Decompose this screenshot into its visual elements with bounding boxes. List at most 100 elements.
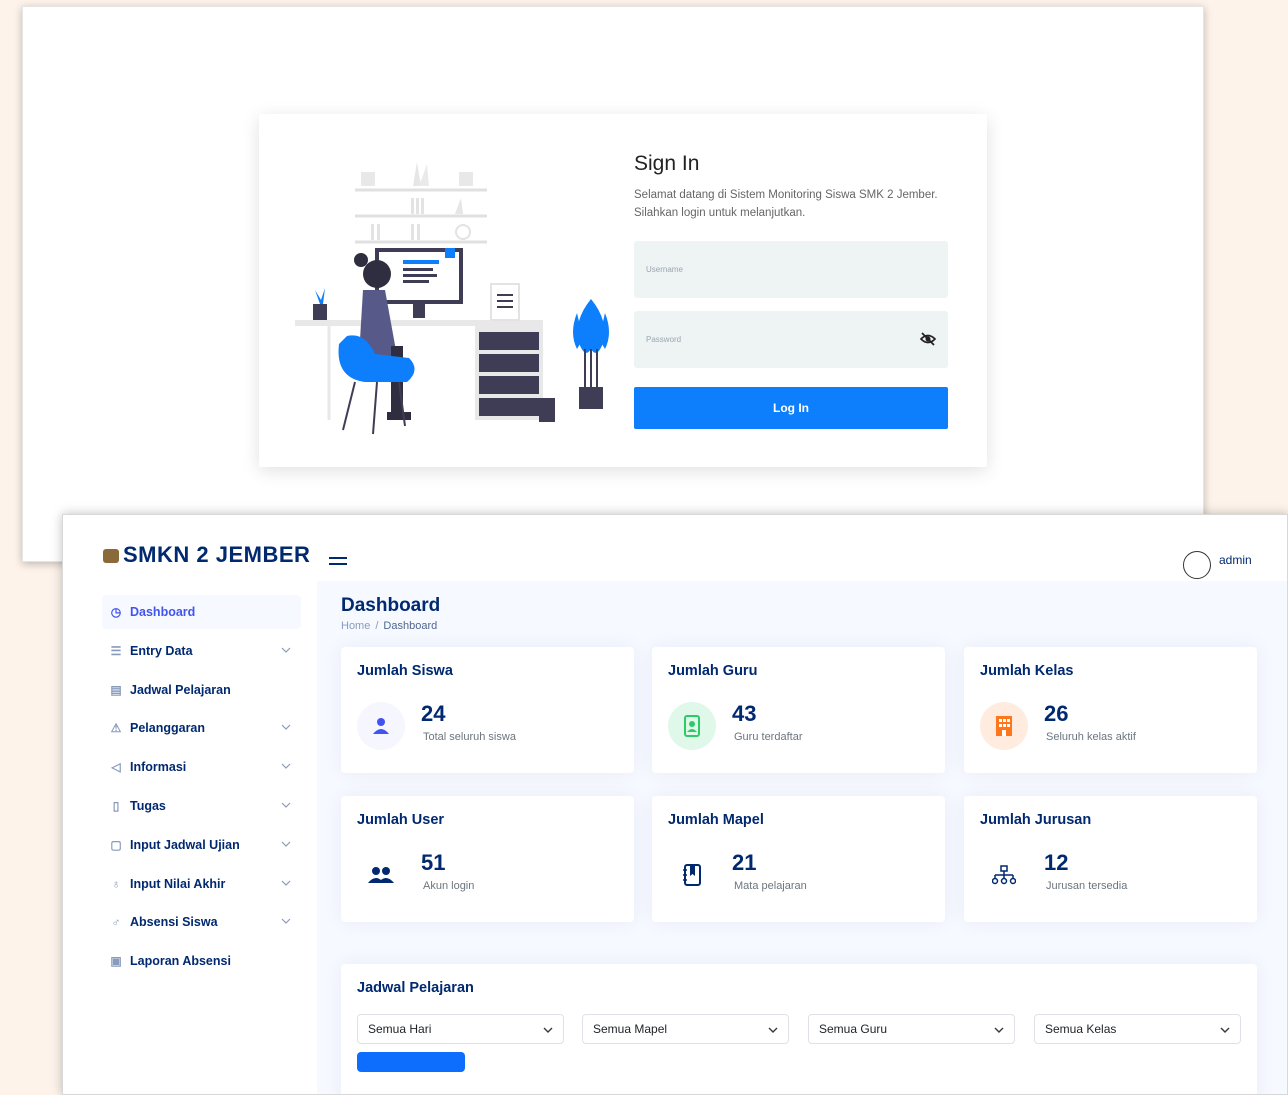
sidebar-item-label: Dashboard — [130, 605, 196, 619]
stat-card-kelas: Jumlah Kelas 26 Seluruh kelas aktif — [964, 647, 1257, 773]
chevron-down-icon — [281, 647, 291, 653]
stat-desc: Akun login — [423, 880, 475, 892]
chevron-down-icon — [281, 841, 291, 847]
sidebar-item-dashboard[interactable]: ◷ Dashboard — [102, 595, 301, 629]
badge-icon — [668, 702, 716, 750]
sidebar-item-label: Input Jadwal Ujian — [130, 837, 240, 852]
sidebar-item-informasi[interactable]: ◁ Informasi — [102, 750, 301, 784]
diagram-icon — [980, 851, 1028, 899]
stat-desc: Total seluruh siswa — [423, 731, 516, 743]
filter-guru-select[interactable]: Semua Guru — [808, 1014, 1015, 1044]
workspace-illustration — [295, 162, 555, 435]
eye-slash-icon[interactable] — [920, 331, 936, 347]
password-placeholder: Password — [646, 335, 682, 344]
document-icon: ▢ — [110, 837, 122, 852]
people-fill-icon — [357, 851, 405, 899]
login-button[interactable]: Log In — [634, 387, 948, 429]
main-content: Dashboard Home / Dashboard Jumlah Siswa 24… — [317, 581, 1287, 1094]
warning-icon: ⚠ — [110, 721, 122, 736]
breadcrumb-current: Dashboard — [383, 620, 438, 632]
stat-title: Jumlah Guru — [668, 663, 758, 679]
sidebar-item-entry-data[interactable]: ☰ Entry Data — [102, 634, 301, 668]
login-card: Sign In Selamat datang di Sistem Monitor… — [259, 114, 987, 467]
brand-name: SMKN 2 JEMBER — [123, 543, 311, 565]
sidebar: ◷ Dashboard ☰ Entry Data ▤ Jadwal Pelaja… — [63, 581, 317, 1094]
schedule-title: Jadwal Pelajaran — [357, 980, 474, 996]
stat-value: 21 — [732, 850, 757, 875]
login-form: Sign In Selamat datang di Sistem Monitor… — [634, 152, 948, 429]
page-title: Dashboard — [341, 595, 441, 616]
stat-title: Jumlah Kelas — [980, 663, 1074, 679]
stat-value: 24 — [421, 701, 446, 726]
password-field[interactable]: Password — [634, 311, 948, 368]
username-placeholder: Username — [646, 265, 683, 274]
chevron-down-icon — [768, 1027, 778, 1033]
people-icon: ♂ — [111, 915, 121, 930]
menu-toggle-icon[interactable] — [329, 557, 347, 567]
stat-title: Jumlah Mapel — [668, 812, 764, 828]
filter-value: Semua Guru — [819, 1022, 888, 1036]
sidebar-item-jadwal-pelajaran[interactable]: ▤ Jadwal Pelajaran — [102, 673, 301, 707]
megaphone-icon: ◁ — [111, 760, 121, 775]
stat-desc: Seluruh kelas aktif — [1046, 731, 1136, 743]
sidebar-item-label: Input Nilai Akhir — [130, 876, 226, 891]
chevron-down-icon — [281, 880, 291, 886]
login-title: Sign In — [634, 152, 700, 175]
sidebar-item-tugas[interactable]: ▯ Tugas — [102, 789, 301, 823]
filter-hari-select[interactable]: Semua Hari — [357, 1014, 564, 1044]
sidebar-item-input-nilai-akhir[interactable]: ♁ Input Nilai Akhir — [102, 867, 301, 901]
calendar-icon: ▤ — [110, 682, 122, 697]
chevron-down-icon — [281, 724, 291, 731]
breadcrumb-separator: / — [375, 620, 379, 632]
chevron-down-icon — [281, 802, 291, 808]
clipboard-icon: ▯ — [112, 798, 120, 813]
stat-value: 51 — [421, 850, 446, 875]
filter-kelas-select[interactable]: Semua Kelas — [1034, 1014, 1241, 1044]
stat-title: Jumlah User — [357, 812, 445, 828]
stat-value: 26 — [1044, 701, 1069, 726]
filter-button[interactable] — [357, 1052, 465, 1072]
filter-value: Semua Kelas — [1045, 1022, 1117, 1036]
breadcrumb-home[interactable]: Home — [341, 620, 370, 632]
sidebar-item-label: Informasi — [130, 760, 187, 775]
stat-title: Jumlah Siswa — [357, 663, 453, 679]
user-name[interactable]: admin — [1219, 553, 1252, 567]
plant-illustration — [573, 299, 609, 409]
chevron-down-icon — [281, 763, 291, 770]
school-logo-icon — [103, 549, 119, 564]
avatar[interactable] — [1183, 551, 1211, 579]
building-icon — [980, 702, 1028, 750]
database-icon: ☰ — [110, 643, 122, 658]
speedometer-icon: ◷ — [110, 605, 122, 619]
sidebar-item-label: Tugas — [130, 798, 166, 813]
sidebar-item-label: Laporan Absensi — [130, 954, 231, 969]
chevron-down-icon — [543, 1027, 553, 1033]
dashboard-window: SMKN 2 JEMBER admin ◷ Dashboard ☰ Entry … — [62, 514, 1288, 1095]
login-window: Sign In Selamat datang di Sistem Monitor… — [22, 6, 1204, 562]
schedule-card: Jadwal Pelajaran Semua Hari Semua Mapel … — [341, 964, 1257, 1094]
brand-logo[interactable]: SMKN 2 JEMBER — [103, 543, 310, 565]
header: SMKN 2 JEMBER admin — [63, 515, 1287, 581]
sidebar-item-absensi-siswa[interactable]: ♂ Absensi Siswa — [102, 905, 301, 939]
stat-title: Jumlah Jurusan — [980, 812, 1092, 828]
stat-card-mapel: Jumlah Mapel 21 Mata pelajaran — [652, 796, 945, 922]
stat-value: 43 — [732, 701, 757, 726]
stat-card-jurusan: Jumlah Jurusan 12 Jurusan tersedia — [964, 796, 1257, 922]
stat-card-siswa: Jumlah Siswa 24 Total seluruh siswa — [341, 647, 634, 773]
stat-desc: Guru terdaftar — [734, 731, 803, 743]
filter-value: Semua Mapel — [593, 1022, 668, 1036]
chevron-down-icon — [1220, 1027, 1230, 1033]
sidebar-item-input-jadwal-ujian[interactable]: ▢ Input Jadwal Ujian — [102, 828, 301, 862]
stat-value: 12 — [1044, 850, 1069, 875]
chevron-down-icon — [281, 918, 291, 925]
filter-mapel-select[interactable]: Semua Mapel — [582, 1014, 789, 1044]
login-subtitle: Selamat datang di Sistem Monitoring Sisw… — [634, 189, 938, 219]
sidebar-item-laporan-absensi[interactable]: ▣ Laporan Absensi — [102, 944, 301, 978]
award-icon: ♁ — [111, 876, 121, 891]
stat-desc: Jurusan tersedia — [1046, 880, 1128, 892]
sidebar-item-pelanggaran[interactable]: ⚠ Pelanggaran — [102, 711, 301, 745]
stat-card-user: Jumlah User 51 Akun login — [341, 796, 634, 922]
breadcrumb: Home / Dashboard — [341, 620, 437, 632]
username-field[interactable]: Username — [634, 241, 948, 298]
sidebar-item-label: Entry Data — [130, 643, 193, 658]
